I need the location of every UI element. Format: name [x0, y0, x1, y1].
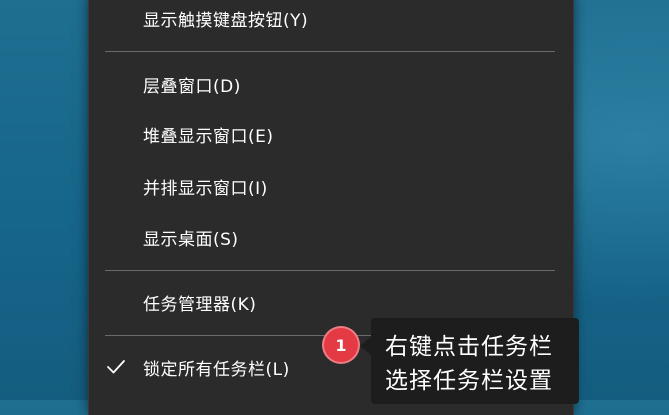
menu-item-label: 并排显示窗口(I) — [143, 178, 268, 199]
menu-item-side-by-side-windows[interactable]: 并排显示窗口(I) — [89, 166, 573, 206]
menu-item-label: 显示触摸键盘按钮(Y) — [143, 10, 309, 31]
tooltip-line: 右键点击任务栏 — [385, 334, 553, 360]
menu-item-label: 锁定所有任务栏(L) — [143, 359, 290, 380]
menu-separator — [105, 51, 555, 52]
menu-item-stack-windows[interactable]: 堆叠显示窗口(E) — [89, 114, 573, 154]
menu-item-task-manager[interactable]: 任务管理器(K) — [89, 282, 573, 322]
menu-item-label: 显示桌面(S) — [143, 229, 239, 250]
menu-separator — [105, 270, 555, 271]
step-number-badge: 1 — [322, 326, 360, 364]
menu-item-cascade-windows[interactable]: 层叠窗口(D) — [89, 64, 573, 104]
tooltip-line: 选择任务栏设置 — [385, 368, 553, 394]
checkmark-icon — [107, 360, 125, 374]
menu-item-label: 任务管理器(K) — [143, 294, 257, 315]
menu-item-label: 堆叠显示窗口(E) — [143, 126, 274, 147]
instruction-tooltip: 右键点击任务栏 选择任务栏设置 — [371, 318, 579, 404]
menu-item-show-touch-keyboard[interactable]: 显示触摸键盘按钮(Y) — [89, 0, 573, 38]
menu-item-label: 层叠窗口(D) — [143, 76, 241, 97]
menu-item-show-desktop[interactable]: 显示桌面(S) — [89, 217, 573, 257]
